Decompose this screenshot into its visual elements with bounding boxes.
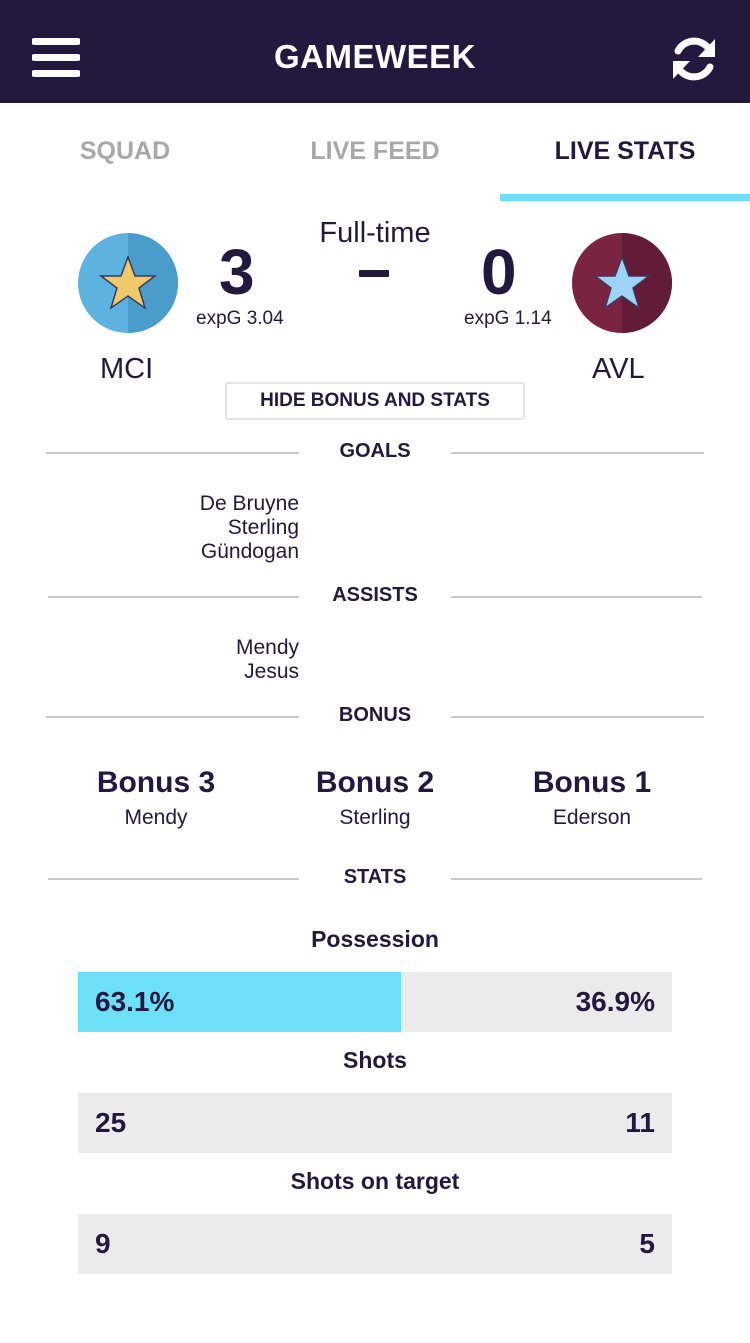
possession-bar: 63.1% 36.9%: [78, 972, 672, 1032]
away-expg: expG 1.14: [464, 308, 552, 329]
away-team-crest: [572, 233, 672, 333]
tab-bar: SQUAD LIVE FEED LIVE STATS: [0, 103, 750, 201]
stat-title-shots: Shots: [343, 1047, 407, 1073]
bonus-item: Bonus 3 Mendy: [46, 766, 266, 830]
shots-bar: 25 11: [78, 1093, 672, 1153]
away-score: 0: [481, 236, 517, 308]
home-team-crest: [78, 233, 178, 333]
goals-home-list: De Bruyne Sterling Gündogan: [100, 492, 299, 564]
goals-heading: GOALS: [339, 440, 411, 462]
away-team-code: AVL: [592, 353, 645, 385]
stats-heading: STATS: [343, 866, 407, 888]
bonus-item: Bonus 1 Ederson: [482, 766, 702, 830]
shots-home-value: 25: [95, 1107, 127, 1138]
shots-away-value: 11: [625, 1107, 655, 1138]
top-bar: GAMEWEEK: [0, 0, 750, 103]
home-team-code: MCI: [100, 353, 154, 385]
hide-bonus-stats-button[interactable]: HIDE BONUS AND STATS: [225, 382, 525, 420]
match-status: Full-time: [319, 217, 431, 249]
bonus-player: Mendy: [124, 806, 188, 829]
divider-line: [48, 596, 299, 598]
score-separator: [359, 270, 389, 277]
list-item: De Bruyne: [199, 492, 299, 515]
assists-home-list: Mendy Jesus: [100, 636, 299, 684]
list-item: Gündogan: [200, 540, 299, 563]
shots-on-target-away-value: 5: [639, 1228, 655, 1259]
bonus-player: Ederson: [552, 806, 632, 829]
bonus-title: Bonus 2: [315, 766, 435, 799]
stat-title-shots-on-target: Shots on target: [290, 1168, 460, 1194]
divider-line: [451, 878, 702, 880]
assists-heading: ASSISTS: [332, 584, 418, 606]
bonus-title: Bonus 3: [96, 766, 216, 799]
home-score: 3: [219, 236, 255, 308]
divider-line: [451, 452, 704, 454]
divider-line: [451, 716, 704, 718]
bonus-player: Sterling: [339, 806, 411, 829]
home-expg: expG 3.04: [196, 308, 284, 329]
tab-live-stats[interactable]: LIVE STATS: [500, 137, 750, 166]
bonus-title: Bonus 1: [532, 766, 652, 799]
list-item: Sterling: [227, 516, 299, 539]
bonus-item: Bonus 2 Sterling: [265, 766, 485, 830]
refresh-icon[interactable]: [668, 33, 720, 85]
stat-title-possession: Possession: [311, 926, 439, 952]
divider-line: [451, 596, 702, 598]
shots-on-target-bar: 9 5: [78, 1214, 672, 1274]
page-title: GAMEWEEK: [274, 38, 476, 75]
possession-away-value: 36.9%: [575, 986, 655, 1017]
possession-home-value: 63.1%: [95, 986, 175, 1017]
tab-live-feed[interactable]: LIVE FEED: [250, 137, 500, 166]
bonus-heading: BONUS: [338, 704, 412, 726]
divider-line: [48, 878, 299, 880]
divider-line: [46, 716, 299, 718]
divider-line: [46, 452, 299, 454]
list-item: Jesus: [244, 660, 299, 683]
shots-on-target-home-value: 9: [95, 1228, 111, 1259]
active-tab-indicator: [500, 194, 750, 201]
list-item: Mendy: [235, 636, 299, 659]
tab-squad[interactable]: SQUAD: [0, 137, 250, 166]
